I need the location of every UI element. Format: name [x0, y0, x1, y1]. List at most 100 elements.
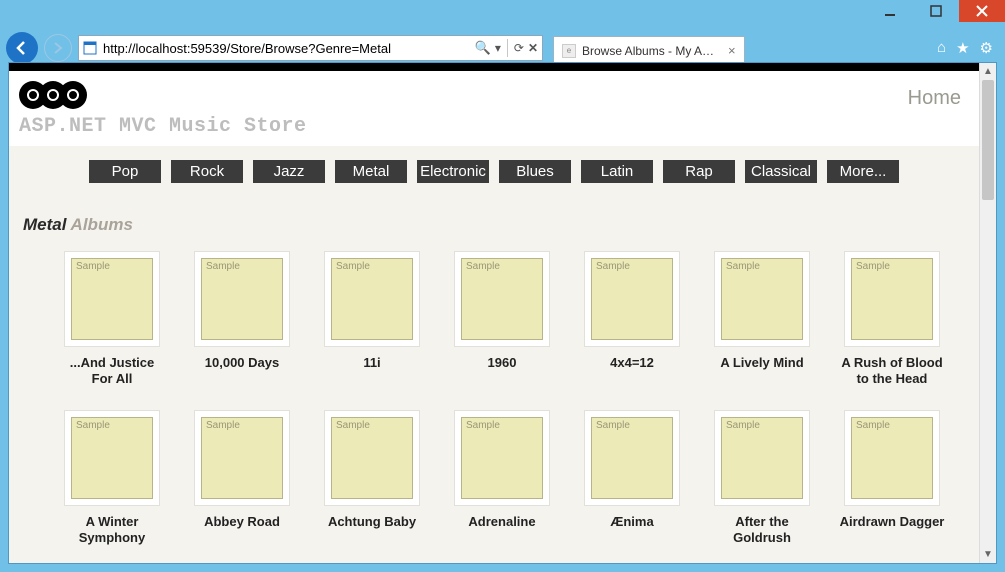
refresh-icon[interactable]: ⟳	[514, 41, 524, 55]
album-title: 1960	[488, 355, 517, 371]
address-dropdown-icon[interactable]: ▾	[495, 41, 501, 55]
favorites-icon[interactable]: ★	[956, 39, 969, 57]
album-cover[interactable]: Sample	[844, 410, 940, 506]
album-cover[interactable]: Sample	[454, 410, 550, 506]
album-item[interactable]: SampleAbbey Road	[189, 410, 295, 545]
nav-back-button[interactable]	[6, 32, 38, 64]
album-cover-placeholder: Sample	[851, 417, 933, 499]
album-cover-placeholder: Sample	[461, 417, 543, 499]
album-cover-placeholder: Sample	[461, 258, 543, 340]
album-cover[interactable]: Sample	[324, 410, 420, 506]
genre-button-latin[interactable]: Latin	[581, 160, 653, 183]
genre-button-more[interactable]: More...	[827, 160, 899, 183]
sample-label: Sample	[596, 420, 630, 431]
album-item[interactable]: Sample4x4=12	[579, 251, 685, 386]
album-cover[interactable]: Sample	[844, 251, 940, 347]
site-title: ASP.NET MVC Music Store	[19, 115, 908, 138]
album-cover-placeholder: Sample	[201, 417, 283, 499]
album-item[interactable]: Sample Airdrawn Dagger	[839, 410, 945, 545]
top-accent-bar	[9, 63, 979, 71]
scroll-thumb[interactable]	[982, 80, 994, 200]
album-title: After the Goldrush	[709, 514, 815, 545]
album-title: Adrenaline	[468, 514, 535, 530]
sample-label: Sample	[206, 261, 240, 272]
album-title: ...And Justice For All	[59, 355, 165, 386]
window-titlebar	[0, 0, 1005, 28]
album-cover-placeholder: Sample	[71, 417, 153, 499]
genre-button-blues[interactable]: Blues	[499, 160, 571, 183]
sample-label: Sample	[336, 420, 370, 431]
album-cover[interactable]: Sample	[64, 251, 160, 347]
album-cover-placeholder: Sample	[71, 258, 153, 340]
album-item[interactable]: Sample Ænima	[579, 410, 685, 545]
settings-icon[interactable]: ⚙	[980, 39, 993, 57]
genre-button-electronic[interactable]: Electronic	[417, 160, 489, 183]
tab-title: Browse Albums - My ASP.N...	[582, 44, 722, 58]
album-cover[interactable]: Sample	[584, 251, 680, 347]
stop-icon[interactable]: ✕	[528, 41, 538, 55]
scroll-down-icon[interactable]: ▼	[980, 546, 996, 563]
album-item[interactable]: SampleA Winter Symphony	[59, 410, 165, 545]
album-cover-placeholder: Sample	[331, 417, 413, 499]
album-cover-placeholder: Sample	[851, 258, 933, 340]
album-item[interactable]: Sample Adrenaline	[449, 410, 555, 545]
genre-button-jazz[interactable]: Jazz	[253, 160, 325, 183]
genre-button-classical[interactable]: Classical	[745, 160, 817, 183]
album-cover[interactable]: Sample	[64, 410, 160, 506]
page-title: Metal Albums	[9, 193, 979, 241]
album-item[interactable]: Sample A Rush of Blood to the Head	[839, 251, 945, 386]
sample-label: Sample	[856, 420, 890, 431]
window-close-button[interactable]	[959, 0, 1005, 22]
album-cover-placeholder: Sample	[591, 258, 673, 340]
tab-close-icon[interactable]: ×	[728, 43, 736, 58]
album-cover[interactable]: Sample	[194, 251, 290, 347]
album-title: Airdrawn Dagger	[840, 514, 945, 530]
album-item[interactable]: Sample 1960	[449, 251, 555, 386]
album-item[interactable]: SampleA Lively Mind	[709, 251, 815, 386]
sample-label: Sample	[336, 261, 370, 272]
window-minimize-button[interactable]	[867, 0, 913, 22]
album-cover[interactable]: Sample	[714, 410, 810, 506]
album-cover[interactable]: Sample	[324, 251, 420, 347]
album-cover[interactable]: Sample	[194, 410, 290, 506]
nav-forward-button[interactable]	[44, 34, 72, 62]
logo-block: ASP.NET MVC Music Store	[19, 81, 908, 138]
album-cover[interactable]: Sample	[454, 251, 550, 347]
divider	[507, 39, 508, 57]
album-cover[interactable]: Sample	[714, 251, 810, 347]
site-header: ASP.NET MVC Music Store Home	[9, 71, 979, 146]
address-actions: 🔍 ▾ ⟳ ✕	[471, 39, 542, 57]
album-item[interactable]: Sample10,000 Days	[189, 251, 295, 386]
browser-tab[interactable]: e Browse Albums - My ASP.N... ×	[553, 36, 745, 64]
browser-viewport: ASP.NET MVC Music Store Home Pop Rock Jazz…	[8, 62, 997, 564]
sample-label: Sample	[76, 420, 110, 431]
album-cover-placeholder: Sample	[591, 417, 673, 499]
genre-button-metal[interactable]: Metal	[335, 160, 407, 183]
album-item[interactable]: Sample After the Goldrush	[709, 410, 815, 545]
nav-home-link[interactable]: Home	[908, 81, 961, 110]
sample-label: Sample	[856, 261, 890, 272]
album-cover[interactable]: Sample	[584, 410, 680, 506]
sample-label: Sample	[726, 261, 760, 272]
search-icon[interactable]: 🔍	[475, 40, 491, 56]
vertical-scrollbar[interactable]: ▲ ▼	[979, 63, 996, 563]
genre-button-rap[interactable]: Rap	[663, 160, 735, 183]
album-item[interactable]: Sample11i	[319, 251, 425, 386]
album-title: A Rush of Blood to the Head	[839, 355, 945, 386]
album-item[interactable]: SampleAchtung Baby	[319, 410, 425, 545]
album-item[interactable]: Sample ...And Justice For All	[59, 251, 165, 386]
genre-nav: Pop Rock Jazz Metal Electronic Blues Latin Rap C…	[9, 146, 979, 193]
tab-strip: e Browse Albums - My ASP.N... ×	[553, 32, 931, 64]
address-favicon-icon	[79, 41, 101, 55]
address-bar[interactable]: 🔍 ▾ ⟳ ✕	[78, 35, 543, 61]
genre-button-rock[interactable]: Rock	[171, 160, 243, 183]
album-cover-placeholder: Sample	[201, 258, 283, 340]
window-maximize-button[interactable]	[913, 0, 959, 22]
home-icon[interactable]: ⌂	[937, 39, 946, 57]
address-input[interactable]	[101, 41, 471, 56]
scroll-up-icon[interactable]: ▲	[980, 63, 996, 80]
sample-label: Sample	[466, 261, 500, 272]
genre-button-pop[interactable]: Pop	[89, 160, 161, 183]
album-title: Ænima	[610, 514, 653, 530]
sample-label: Sample	[76, 261, 110, 272]
